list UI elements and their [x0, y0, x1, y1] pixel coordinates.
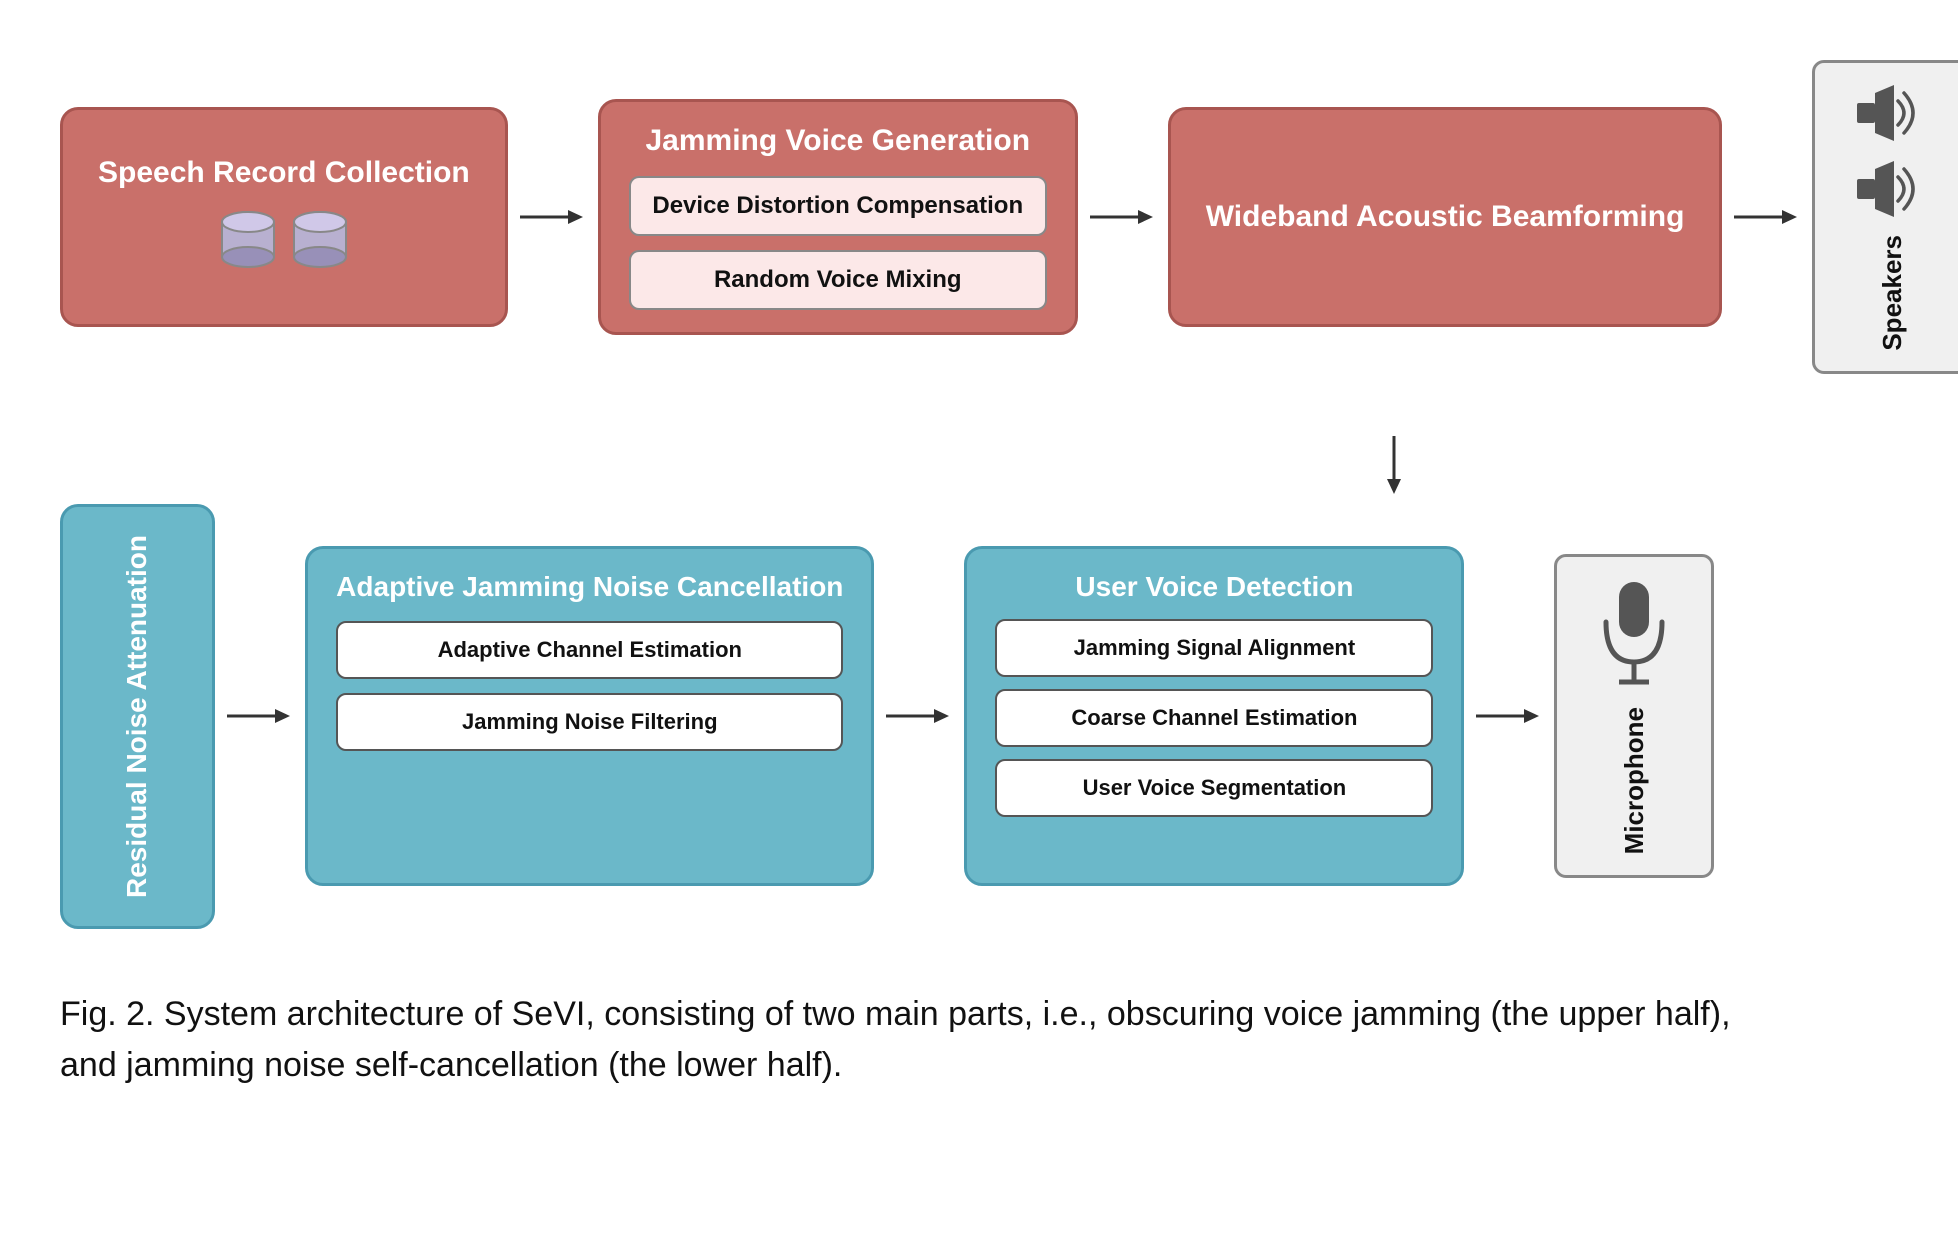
device-distortion-label: Device Distortion Compensation — [652, 192, 1023, 219]
user-voice-segmentation-label: User Voice Segmentation — [1083, 775, 1347, 800]
adaptive-channel-box: Adaptive Channel Estimation — [336, 621, 843, 679]
device-distortion-box: Device Distortion Compensation — [629, 176, 1047, 236]
jamming-noise-filtering-box: Jamming Noise Filtering — [336, 693, 843, 751]
coarse-channel-estimation-box: Coarse Channel Estimation — [995, 689, 1433, 747]
residual-block: Residual Noise Attenuation — [60, 504, 215, 929]
coarse-channel-estimation-label: Coarse Channel Estimation — [1071, 705, 1357, 730]
random-voice-label: Random Voice Mixing — [714, 266, 962, 293]
speakers-label: Speakers — [1877, 235, 1908, 351]
user-voice-block: User Voice Detection Jamming Signal Alig… — [964, 546, 1464, 886]
speaker-icon-2 — [1852, 159, 1932, 219]
database-icon-2 — [290, 210, 350, 280]
residual-title: Residual Noise Attenuation — [119, 535, 155, 898]
speaker-icon-1 — [1852, 83, 1932, 143]
down-arrow — [1379, 434, 1409, 494]
microphone-block: Microphone — [1554, 554, 1714, 877]
arrow-3 — [1732, 202, 1802, 232]
arrow-1 — [518, 202, 588, 232]
user-voice-segmentation-box: User Voice Segmentation — [995, 759, 1433, 817]
speech-record-title: Speech Record Collection — [98, 153, 470, 192]
arrow-2 — [1088, 202, 1158, 232]
bottom-row: Residual Noise Attenuation Adaptive Jamm… — [60, 504, 1898, 929]
diagram-container: Speech Record Collection — [60, 40, 1898, 929]
database-icon-1 — [218, 210, 278, 280]
top-row: Speech Record Collection — [60, 40, 1898, 394]
microphone-label: Microphone — [1619, 707, 1650, 854]
arrow-6 — [1474, 701, 1544, 731]
jamming-signal-alignment-label: Jamming Signal Alignment — [1074, 635, 1356, 660]
arrow-5 — [884, 701, 954, 731]
jamming-gen-block: Jamming Voice Generation Device Distorti… — [598, 99, 1078, 335]
adaptive-channel-label: Adaptive Channel Estimation — [438, 637, 742, 662]
adaptive-title: Adaptive Jamming Noise Cancellation — [336, 571, 843, 603]
wideband-block: Wideband Acoustic Beamforming — [1168, 107, 1723, 327]
arrow-4 — [225, 701, 295, 731]
user-voice-title: User Voice Detection — [995, 571, 1433, 603]
database-icons — [218, 210, 350, 280]
speech-record-block: Speech Record Collection — [60, 107, 508, 327]
jamming-noise-filtering-label: Jamming Noise Filtering — [462, 709, 718, 734]
jamming-gen-title: Jamming Voice Generation — [629, 124, 1047, 158]
speakers-block: Speakers — [1812, 60, 1958, 374]
down-arrow-container — [60, 434, 1898, 494]
random-voice-box: Random Voice Mixing — [629, 250, 1047, 310]
figure-caption: Fig. 2. System architecture of SeVI, con… — [60, 989, 1760, 1091]
microphone-icon — [1594, 577, 1674, 687]
wideband-title: Wideband Acoustic Beamforming — [1206, 197, 1685, 236]
jamming-signal-alignment-box: Jamming Signal Alignment — [995, 619, 1433, 677]
adaptive-block: Adaptive Jamming Noise Cancellation Adap… — [305, 546, 874, 886]
